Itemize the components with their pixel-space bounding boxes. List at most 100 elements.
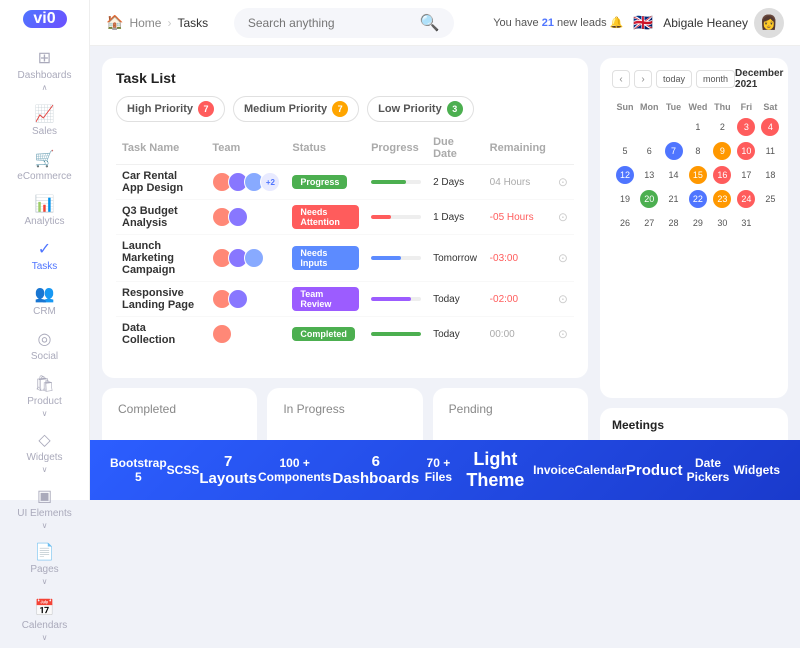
chevron-icon: ∧ [42, 83, 48, 92]
high-priority-badge: 7 [198, 101, 214, 117]
promo-components: 100 + Components [257, 456, 333, 484]
cal-day-dot: 1 [689, 118, 707, 136]
calendar-day[interactable]: 31 [735, 212, 757, 234]
calendar-day[interactable]: 16 [711, 164, 733, 186]
calendar-day[interactable]: 19 [614, 188, 636, 210]
calendar-day[interactable]: 30 [711, 212, 733, 234]
sidebar-item-dashboards[interactable]: ⊞ Dashboards ∧ [0, 42, 89, 98]
table-row: Launch Marketing Campaign Needs Inputs T… [116, 235, 574, 282]
action-cell: ⊙ [552, 165, 574, 200]
cal-day-tue: Tue [663, 100, 685, 114]
col-status: Status [286, 132, 365, 165]
calendar-next-button[interactable]: › [634, 70, 652, 88]
calendar-day[interactable]: 23 [711, 188, 733, 210]
sidebar-item-sales[interactable]: 📈 Sales [0, 98, 89, 143]
action-cell: ⊙ [552, 317, 574, 352]
sidebar-item-calendars[interactable]: 📅 Calendars ∨ [0, 592, 89, 648]
product-icon: 🛍 [34, 374, 54, 394]
right-panel: ‹ › today month December 2021 Sun Mon Tu… [600, 46, 800, 500]
sidebar-item-ecommerce[interactable]: 🛒 eCommerce [0, 143, 89, 188]
calendar-day[interactable]: 25 [759, 188, 781, 210]
calendar-day[interactable]: 18 [759, 164, 781, 186]
left-panel: Task List High Priority 7 Medium Priorit… [90, 46, 600, 500]
cal-day-dot: 12 [616, 166, 634, 184]
search-bar[interactable]: 🔍 [234, 8, 454, 38]
status-badge: Needs Inputs [292, 246, 359, 270]
calendar-day[interactable]: 14 [663, 164, 685, 186]
calendar-day [663, 116, 685, 138]
sidebar-item-widgets[interactable]: ◇ Widgets ∨ [0, 424, 89, 480]
promo-overlay: Bootstrap 5 SCSS 7 Layouts 100 + Compone… [90, 440, 800, 500]
calendar-today-button[interactable]: today [656, 70, 692, 88]
table-row: Responsive Landing Page Team Review Toda… [116, 282, 574, 317]
cal-day-dot: 8 [689, 142, 707, 160]
progress-bar [371, 332, 421, 336]
progress-bar [371, 297, 421, 301]
ecommerce-icon: 🛒 [35, 149, 55, 169]
calendar-day[interactable]: 13 [638, 164, 661, 186]
team-avatar [244, 248, 264, 268]
cal-day-dot: 14 [665, 166, 683, 184]
sidebar-item-social[interactable]: ◎ Social [0, 323, 89, 368]
calendar-day[interactable]: 12 [614, 164, 636, 186]
team-cell [206, 235, 286, 282]
calendar-day[interactable]: 11 [759, 140, 781, 162]
calendar-month-button[interactable]: month [696, 70, 735, 88]
calendar-prev-button[interactable]: ‹ [612, 70, 630, 88]
calendar-day[interactable]: 2 [711, 116, 733, 138]
cal-day-sat: Sat [759, 100, 781, 114]
meetings-title: Meetings [612, 418, 776, 432]
tasks-icon: ✓ [38, 239, 51, 259]
check-icon: ⊙ [558, 210, 568, 224]
calendar-day[interactable]: 10 [735, 140, 757, 162]
cal-day-dot: 10 [737, 142, 755, 160]
due-date: Tomorrow [427, 235, 484, 282]
tab-low-priority[interactable]: Low Priority 3 [367, 96, 474, 122]
calendar-day[interactable]: 7 [663, 140, 685, 162]
sidebar-item-crm[interactable]: 👥 CRM [0, 278, 89, 323]
search-input[interactable] [248, 16, 412, 30]
calendar-day[interactable]: 3 [735, 116, 757, 138]
calendar-day[interactable]: 15 [687, 164, 710, 186]
col-team: Team [206, 132, 286, 165]
calendar-day[interactable]: 22 [687, 188, 710, 210]
task-card: Task List High Priority 7 Medium Priorit… [102, 58, 588, 378]
calendar-day[interactable]: 17 [735, 164, 757, 186]
promo-calendar: Calendar [575, 463, 626, 477]
sidebar-item-analytics[interactable]: 📊 Analytics [0, 188, 89, 233]
progress-cell [365, 282, 427, 317]
calendar-day[interactable]: 8 [687, 140, 710, 162]
calendar-day[interactable]: 26 [614, 212, 636, 234]
tab-high-priority[interactable]: High Priority 7 [116, 96, 225, 122]
calendar-day[interactable]: 6 [638, 140, 661, 162]
progress-fill [371, 180, 406, 184]
calendar-day[interactable]: 21 [663, 188, 685, 210]
cal-day-dot: 26 [616, 214, 634, 232]
calendar-day[interactable]: 24 [735, 188, 757, 210]
sidebar-item-product[interactable]: 🛍 Product ∨ [0, 368, 89, 424]
promo-widgets-footer: Widgets [733, 463, 780, 477]
calendar-day[interactable]: 1 [687, 116, 710, 138]
team-avatar [228, 289, 248, 309]
tab-medium-priority[interactable]: Medium Priority 7 [233, 96, 359, 122]
calendar-day[interactable]: 4 [759, 116, 781, 138]
calendar-day[interactable]: 28 [663, 212, 685, 234]
cal-day-dot: 2 [713, 118, 731, 136]
sidebar-item-pages[interactable]: 📄 Pages ∨ [0, 536, 89, 592]
sidebar-item-tasks[interactable]: ✓ Tasks [0, 233, 89, 278]
calendar-day [759, 212, 781, 234]
calendar-day[interactable]: 5 [614, 140, 636, 162]
calendar-day[interactable]: 27 [638, 212, 661, 234]
progress-cell [365, 235, 427, 282]
team-avatar [212, 324, 232, 344]
calendar-day[interactable]: 9 [711, 140, 733, 162]
calendar-day[interactable]: 29 [687, 212, 710, 234]
cal-day-dot: 6 [640, 142, 658, 160]
status-badge: Completed [292, 327, 355, 341]
calendar-grid: Sun Mon Tue Wed Thu Fri Sat 123456789101… [612, 98, 783, 236]
calendar-day[interactable]: 20 [638, 188, 661, 210]
sidebar-item-ui[interactable]: ▣ UI Elements ∨ [0, 480, 89, 536]
cal-day-wed: Wed [687, 100, 710, 114]
cal-day-dot: 20 [640, 190, 658, 208]
header-right: You have 21 new leads 🔔 🇬🇧 Abigale Heane… [493, 8, 784, 38]
